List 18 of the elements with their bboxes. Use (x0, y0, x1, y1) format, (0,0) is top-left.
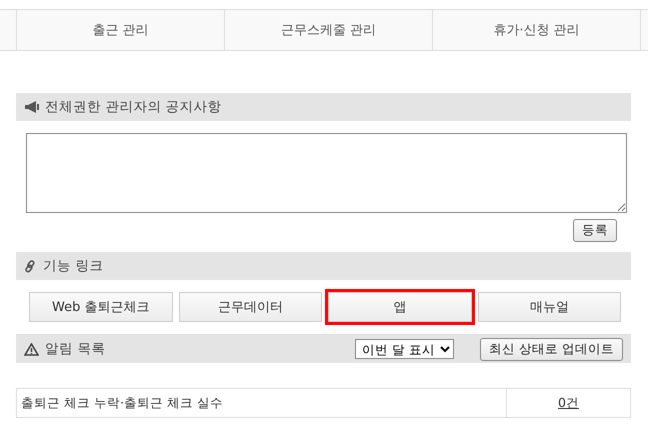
nav-tab[interactable]: 휴가·신청 관리 (433, 10, 641, 50)
notice-text-area[interactable] (26, 133, 627, 213)
register-button[interactable]: 등록 (573, 219, 617, 242)
alerts-title: 알림 목록 (45, 340, 106, 358)
update-button[interactable]: 최신 상태로 업데이트 (480, 338, 623, 360)
notice-title: 전체권한 관리자의 공지사항 (45, 98, 223, 116)
link-button[interactable]: 매뉴얼 (478, 292, 621, 322)
nav-tab[interactable]: 출근 관리 (17, 10, 225, 50)
period-select[interactable]: 이번 달 표시 (355, 339, 454, 359)
link-button[interactable]: 근무데이터 (178, 292, 322, 322)
nav-tab[interactable]: 근무스케줄 관리 (225, 10, 433, 50)
alert-count-link[interactable]: 0건 (558, 394, 579, 410)
link-button[interactable]: Web 출퇴근체크 (29, 292, 172, 322)
warning-icon (24, 342, 39, 356)
links-title: 기능 링크 (43, 257, 104, 275)
megaphone-icon (24, 101, 39, 113)
link-icon (24, 260, 37, 272)
alert-label: 출퇴근 체크 누락·출퇴근 체크 실수 (16, 388, 506, 418)
